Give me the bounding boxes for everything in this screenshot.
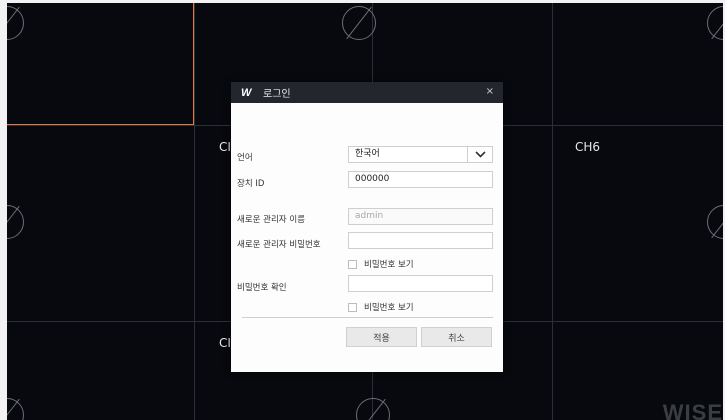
new-admin-name-input: admin xyxy=(348,208,493,225)
new-admin-name-label: 새로운 관리자 이름 xyxy=(237,215,305,225)
channel-label: CI xyxy=(219,336,231,350)
confirm-password-input[interactable] xyxy=(348,275,493,292)
channel-label: CI xyxy=(219,140,231,154)
no-video-icon xyxy=(7,205,24,239)
no-video-icon xyxy=(7,398,24,420)
divider xyxy=(242,317,493,318)
show-password-toggle[interactable]: 비밀번호 보기 xyxy=(348,258,414,270)
no-video-icon xyxy=(356,398,390,420)
language-value: 한국어 xyxy=(355,149,380,159)
no-video-icon xyxy=(707,205,723,239)
cancel-button[interactable]: 취소 xyxy=(421,327,492,347)
wisenet-logo-icon: W xyxy=(241,86,252,99)
device-id-input[interactable]: 000000 xyxy=(348,171,493,188)
language-select[interactable]: 한국어 xyxy=(348,146,493,163)
no-video-icon xyxy=(707,6,723,40)
checkbox[interactable] xyxy=(348,302,357,312)
dialog-title: 로그인 xyxy=(263,89,291,100)
login-dialog: W 로그인 × 언어 한국어 장치 ID 000000 새로운 관리자 이름 a… xyxy=(231,82,503,372)
confirm-password-label: 비밀번호 확인 xyxy=(237,283,287,293)
channel-label-ch6: CH6 xyxy=(575,140,601,154)
show-password-label-2: 비밀번호 보기 xyxy=(364,303,414,313)
no-video-icon xyxy=(342,6,376,40)
selected-channel-cell[interactable] xyxy=(7,3,194,125)
apply-button[interactable]: 적용 xyxy=(346,327,417,347)
show-password-label: 비밀번호 보기 xyxy=(364,260,414,270)
new-admin-password-input[interactable] xyxy=(348,232,493,249)
checkbox[interactable] xyxy=(348,259,357,269)
brand-watermark: WISE xyxy=(662,400,723,420)
dialog-title-bar: W 로그인 × xyxy=(231,82,503,103)
chevron-down-icon[interactable] xyxy=(467,147,492,162)
language-label: 언어 xyxy=(237,153,253,163)
grid-line xyxy=(194,3,195,420)
new-admin-password-label: 새로운 관리자 비밀번호 xyxy=(237,240,321,250)
device-id-label: 장치 ID xyxy=(237,179,265,189)
close-icon[interactable]: × xyxy=(486,86,494,97)
grid-line xyxy=(552,3,553,420)
show-password-toggle-2[interactable]: 비밀번호 보기 xyxy=(348,301,414,313)
